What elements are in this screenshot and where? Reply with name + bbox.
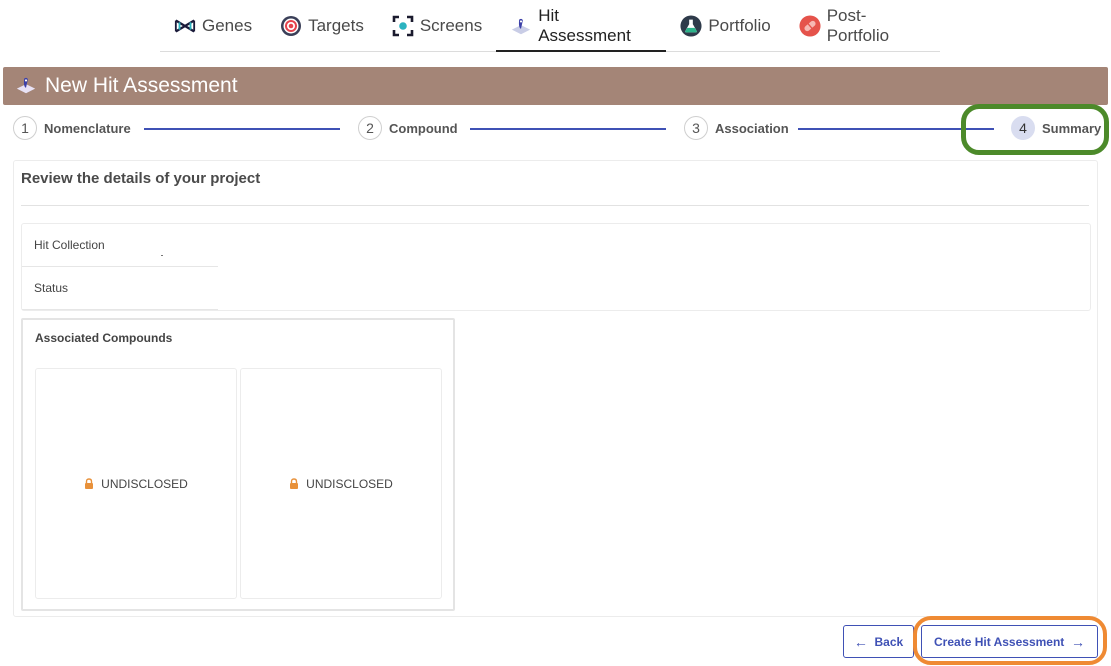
flask-icon [680,14,702,37]
step-number: 2 [358,116,382,140]
capsule-icon [799,14,821,37]
compound-card[interactable]: UNDISCLOSED [240,368,442,599]
summary-panel: Review the details of your project Hit C… [13,160,1098,617]
target-icon [280,15,302,37]
compound-label: UNDISCLOSED [101,476,188,491]
nav-label: Hit Assessment [538,5,631,45]
dna-icon [174,15,196,37]
nav-tab-post-portfolio[interactable]: Post-Portfolio [785,0,940,51]
compound-card[interactable]: UNDISCLOSED [35,368,237,599]
compound-label: UNDISCLOSED [306,476,393,491]
lock-icon [84,478,94,489]
nav-tab-screens[interactable]: Screens [378,0,496,51]
step-connector [144,128,340,130]
nav-label: Screens [419,15,483,35]
hit-assessment-icon [510,15,532,37]
nav-tab-genes[interactable]: Genes [160,0,266,51]
step-association[interactable]: 3 Association [684,116,789,140]
step-compound[interactable]: 2 Compound [358,116,458,140]
nav-tab-targets[interactable]: Targets [266,0,378,51]
create-button-label: Create Hit Assessment [934,634,1065,649]
arrow-left-icon: ← [853,633,868,650]
step-label: Nomenclature [44,120,131,136]
nav-tab-portfolio[interactable]: Portfolio [666,0,784,51]
arrow-right-icon: → [1070,633,1085,650]
associated-compounds: Associated Compounds UNDISCLOSED UNDISCL… [21,318,455,611]
lock-icon [289,478,299,489]
step-label: Compound [389,120,458,136]
top-navigation: Genes Targets Screens Hit Assessment Por… [160,0,940,52]
hit-assessment-icon [15,75,37,97]
step-connector [798,128,994,130]
back-button-label: Back [874,634,904,649]
summary-title: Review the details of your project [21,170,261,187]
step-number: 1 [13,116,37,140]
detail-row-status: Status [22,267,218,310]
back-button[interactable]: ← Back [843,625,914,658]
detail-row-hit-collection: Hit Collection [22,224,218,267]
step-label: Association [715,120,789,136]
detail-label: Status [34,281,69,295]
step-number: 3 [684,116,708,140]
screen-icon [392,15,414,37]
step-nomenclature[interactable]: 1 Nomenclature [13,116,131,140]
nav-label: Post-Portfolio [826,5,890,45]
nav-label: Portfolio [708,15,771,35]
divider [21,205,1089,206]
detail-label: Hit Collection [34,238,105,252]
project-details: Hit Collection Status [21,223,1091,311]
step-label: Summary [1042,120,1102,136]
nav-label: Genes [202,15,253,35]
page-header: New Hit Assessment [3,67,1108,105]
wizard-stepper: 1 Nomenclature 2 Compound 3 Association … [13,116,1103,142]
page-title: New Hit Assessment [45,74,238,97]
nav-label: Targets [308,15,364,35]
step-summary[interactable]: 4 Summary [1011,116,1101,140]
step-connector [470,128,666,130]
associated-compounds-title: Associated Compounds [35,331,173,345]
step-number: 4 [1011,116,1035,140]
create-hit-assessment-button[interactable]: Create Hit Assessment → [921,625,1098,658]
nav-tab-hit-assessment[interactable]: Hit Assessment [496,0,667,52]
status-value-mark [161,255,163,256]
